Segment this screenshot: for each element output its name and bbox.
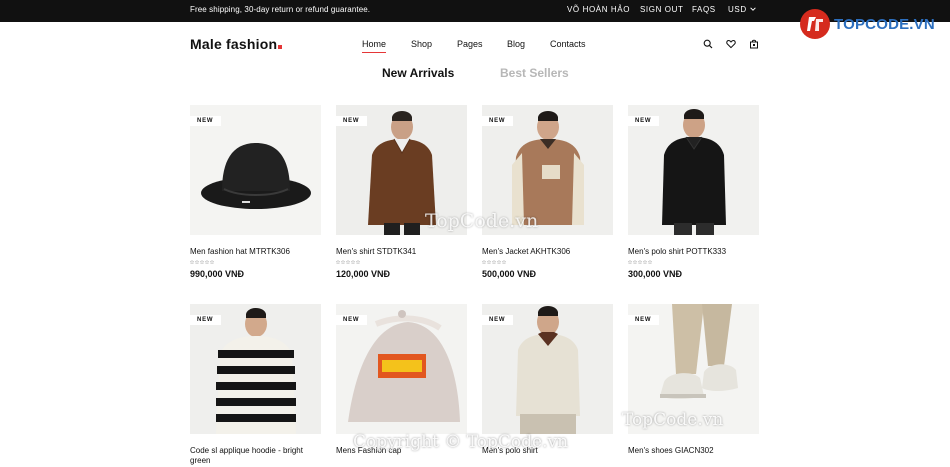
star-icon [190,260,194,264]
star-icon [492,260,496,264]
topcode-logo-icon [800,9,830,39]
star-icon [628,260,632,264]
currency-selector[interactable]: USD [728,5,756,14]
star-icon [502,260,506,264]
watermark-text: TopCode.vn [425,210,539,232]
new-badge: NEW [628,315,660,325]
star-icon [341,260,345,264]
star-icon [497,260,501,264]
product-name[interactable]: Code sl applique hoodie - bright green [190,446,321,466]
rating-stars [482,260,613,264]
watermark-text: TopCode.vn [622,410,724,430]
site-logo[interactable]: Male fashion [190,36,283,52]
star-icon [643,260,647,264]
product-card[interactable]: NEW Code sl applique hoodie - bright gre… [190,304,321,466]
star-icon [195,260,199,264]
product-image[interactable]: NEW [336,304,467,434]
star-icon [205,260,209,264]
product-card[interactable]: NEW Men's shirt STDTK341 120,000 VNĐ [336,105,467,279]
nav-pages[interactable]: Pages [457,39,483,49]
new-badge: NEW [190,116,222,126]
heart-icon[interactable] [725,38,737,50]
product-image[interactable]: NEW [190,105,321,235]
product-card[interactable]: NEW Men's polo shirt POTTK333 300,000 VN… [628,105,759,279]
product-name[interactable]: Men's polo shirt POTTK333 [628,247,759,257]
currency-label: USD [728,5,747,14]
new-badge: NEW [336,315,368,325]
product-image[interactable]: NEW [482,304,613,434]
product-price: 300,000 VNĐ [628,269,683,279]
tab-new-arrivals[interactable]: New Arrivals [382,66,454,80]
star-icon [351,260,355,264]
star-icon [336,260,340,264]
star-icon [346,260,350,264]
top-links: VÕ HOÀN HẢO SIGN OUT FAQS USD [567,5,756,14]
star-icon [200,260,204,264]
shipping-notice: Free shipping, 30-day return or refund g… [190,5,371,14]
nav-home[interactable]: Home [362,39,387,53]
star-icon [633,260,637,264]
watermark-logo-text: TOPCODE.VN [834,15,935,33]
star-icon [638,260,642,264]
new-badge: NEW [628,116,660,126]
logo-dot [278,45,283,49]
product-card[interactable]: NEW Men's shoes GIACN302 [628,304,759,456]
bag-icon[interactable] [748,38,760,50]
product-name[interactable]: Men's shirt STDTK341 [336,247,467,257]
tab-best-sellers[interactable]: Best Sellers [500,66,569,80]
star-icon [482,260,486,264]
watermark-logo: TOPCODE.VN [800,8,935,40]
rating-stars [628,260,759,264]
nav-contacts[interactable]: Contacts [550,39,586,49]
product-image[interactable]: NEW [190,304,321,434]
product-card[interactable]: NEW Men's Jacket AKHTK306 500,000 VNĐ [482,105,613,279]
chevron-down-icon [749,7,756,11]
star-icon [648,260,652,264]
product-name[interactable]: Men's shoes GIACN302 [628,446,759,456]
sign-out-link[interactable]: SIGN OUT [640,5,692,14]
product-name[interactable]: Men fashion hat MTRTK306 [190,247,321,257]
new-badge: NEW [482,116,514,126]
new-badge: NEW [336,116,368,126]
faqs-link[interactable]: FAQS [692,5,728,14]
rating-stars [336,260,467,264]
nav-shop[interactable]: Shop [411,39,432,49]
user-account-link[interactable]: VÕ HOÀN HẢO [567,5,640,14]
nav-blog[interactable]: Blog [507,39,525,49]
new-badge: NEW [190,315,222,325]
product-card[interactable]: NEW Men fashion hat MTRTK306 990,000 VNĐ [190,105,321,279]
rating-stars [190,260,321,264]
product-price: 120,000 VNĐ [336,269,391,279]
watermark-copyright: Copyright © TopCode.vn [353,432,569,452]
product-name[interactable]: Men's Jacket AKHTK306 [482,247,613,257]
product-price: 500,000 VNĐ [482,269,537,279]
new-badge: NEW [482,315,514,325]
product-image[interactable]: NEW [628,105,759,235]
site-logo-text: Male fashion [190,36,278,52]
search-icon[interactable] [702,38,714,50]
star-icon [210,260,214,264]
product-price: 990,000 VNĐ [190,269,245,279]
star-icon [487,260,491,264]
star-icon [356,260,360,264]
